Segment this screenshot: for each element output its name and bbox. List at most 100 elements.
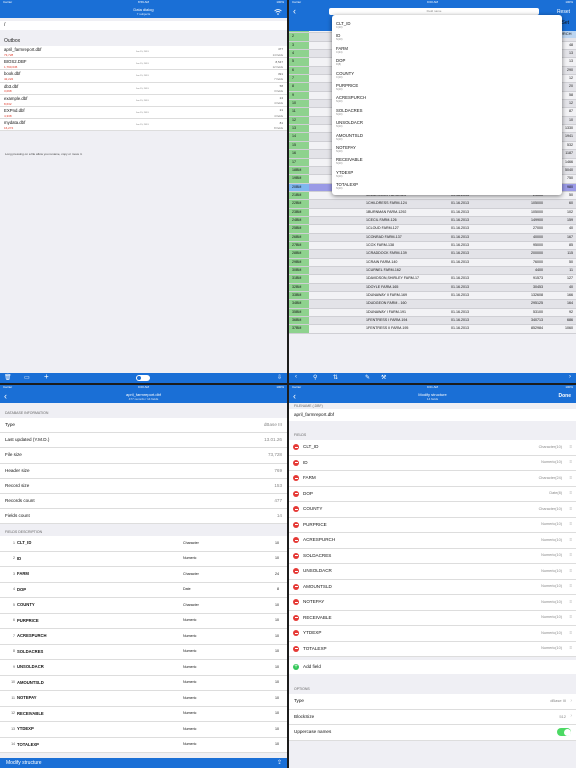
popup-field-item[interactable]: CLT_ID C(10) (336, 21, 351, 29)
option-row[interactable]: BlockSize 512 › (289, 710, 576, 725)
reorder-icon[interactable]: ≡ (569, 459, 572, 464)
delete-icon[interactable] (293, 459, 299, 466)
delete-icon[interactable] (293, 599, 299, 605)
delete-icon[interactable] (293, 552, 299, 559)
table-row[interactable]: 30BM 1CURNEL FARM-162 4400 11 (289, 266, 576, 276)
table-row[interactable]: 23BM 1BURNMAN FARM-1292 01.16.2013 105000 10… (289, 208, 576, 217)
add-icon[interactable]: + (44, 372, 49, 381)
reorder-icon[interactable]: ≡ (569, 537, 572, 542)
table-row[interactable]: 33BM 1DUNAWAY II FARM-169 01.16.2013 132608… (289, 292, 576, 301)
popup-field-item[interactable]: FARM C(24) (336, 46, 348, 54)
popup-field-item[interactable]: COUNTY C(10) (336, 71, 354, 79)
table-row[interactable]: 35BM 1DUNAWAY I FARM-191 01.16.2013 53100 92 (289, 308, 576, 318)
file-row[interactable]: db3.dbf 3,098 Jan 15, 2013 58 3 fields (0, 83, 287, 95)
file-row[interactable]: BIOS2.DBF 1,790,645 Jan 15, 2013 8,547 12 fi… (0, 58, 287, 71)
table-row[interactable]: 29BM 1CRAIN FARM-140 01.16.2013 76000 50 (289, 258, 576, 267)
popup-field-item[interactable]: RECEIVABLE N(10) (336, 157, 363, 165)
table-row[interactable]: 24BM 1CECIL FARM-126 01.16.2013 149900 159 (289, 216, 576, 226)
table-row[interactable]: 36BM 1FENTRESS I FARM-194 01.16.2013 340713… (289, 317, 576, 326)
file-row[interactable]: EXPnd.dbf 4,338 Jan 15, 2013 21 4 fields (0, 107, 287, 120)
add-icon[interactable] (293, 663, 299, 671)
delete-icon[interactable] (293, 537, 299, 543)
download-icon[interactable]: ⇩ (277, 374, 282, 381)
share-icon[interactable]: ⇪ (277, 758, 282, 768)
reorder-icon[interactable]: ≡ (569, 475, 572, 480)
file-row[interactable]: april_farmreport.dbf 73,728 Jan 15, 2013 47… (0, 46, 287, 59)
sort-icon[interactable]: ⇅ (333, 374, 338, 381)
done-button[interactable]: Done (559, 393, 572, 399)
editable-field-row[interactable]: AMOUNTSLD Numeric(10) ≡ (289, 580, 576, 595)
editable-field-row[interactable]: ACRESPURCH Numeric(10) ≡ (289, 533, 576, 549)
delete-icon[interactable] (293, 645, 299, 652)
back-icon[interactable]: ‹ (295, 374, 297, 380)
editable-field-row[interactable]: NOTEPAY Numeric(10) ≡ (289, 595, 576, 611)
popup-field-item[interactable]: PURPRICE N(10) (336, 83, 358, 91)
modify-structure-button[interactable]: Modify structure (6, 758, 42, 768)
editable-field-row[interactable]: DOP Date(8) ≡ (289, 487, 576, 502)
editable-field-row[interactable]: PURPRICE Numeric(10) ≡ (289, 518, 576, 533)
reorder-icon[interactable]: ≡ (569, 521, 572, 526)
forward-icon[interactable]: › (569, 374, 571, 380)
popup-field-item[interactable]: TOTALEXP N(10) (336, 182, 358, 190)
field-search-input[interactable]: Field name (329, 8, 539, 15)
table-row[interactable]: 22BM 1CHILDRESS FARM-124 01.16.2013 105000 6… (289, 200, 576, 209)
popup-field-item[interactable]: DOP D(8) (336, 58, 345, 66)
current-path[interactable]: / (0, 21, 287, 30)
editable-field-row[interactable]: UNSOLDACR Numeric(10) ≡ (289, 564, 576, 580)
reorder-icon[interactable]: ≡ (569, 614, 572, 619)
editable-field-row[interactable]: YTDEXP Numeric(10) ≡ (289, 626, 576, 642)
table-row[interactable]: 34BM 1DUDGEON FARM - 160 295125 164 (289, 300, 576, 309)
delete-icon[interactable] (293, 444, 299, 450)
mode-toggle[interactable] (136, 375, 150, 381)
folder-icon[interactable]: ▭ (24, 374, 30, 381)
editable-field-row[interactable]: COUNTY Character(10) ≡ (289, 502, 576, 518)
wifi-icon[interactable] (274, 9, 282, 15)
popup-field-item[interactable]: AMOUNTSLD N(10) (336, 133, 363, 141)
reorder-icon[interactable]: ≡ (569, 645, 572, 650)
popup-field-item[interactable]: YTDEXP N(10) (336, 170, 353, 178)
editable-field-row[interactable]: RECEIVABLE Numeric(10) ≡ (289, 611, 576, 626)
back-chevron-icon[interactable]: ‹ (293, 6, 296, 17)
reorder-icon[interactable]: ≡ (569, 583, 572, 588)
editable-field-row[interactable]: FARM Character(24) ≡ (289, 471, 576, 487)
filename-field[interactable]: april_farmreport.dbf (289, 409, 576, 421)
table-row[interactable]: 28BM 1CRADDOCK FARM-139 01.16.2013 200000 11… (289, 250, 576, 259)
editable-field-row[interactable]: ID Numeric(10) ≡ (289, 456, 576, 471)
table-row[interactable]: 32BM 1DOYLE FARM-165 01.16.2013 30453 40 (289, 283, 576, 292)
table-row[interactable]: 26BM 1CONRAD FARM-137 01.16.2013 40000 167 (289, 233, 576, 242)
uppercase-switch[interactable] (557, 728, 571, 736)
set-button[interactable]: Set (561, 20, 569, 26)
popup-field-item[interactable]: NOTEPAY N(10) (336, 145, 356, 153)
reorder-icon[interactable]: ≡ (569, 490, 572, 495)
reorder-icon[interactable]: ≡ (569, 444, 572, 449)
delete-icon[interactable] (293, 583, 299, 590)
delete-icon[interactable] (293, 506, 299, 512)
reorder-icon[interactable]: ≡ (569, 568, 572, 573)
table-row[interactable]: 27BM 1COX FARM-138 01.16.2013 95000 85 (289, 241, 576, 251)
tools-icon[interactable]: ⚒ (381, 374, 386, 381)
file-row[interactable]: example.dbf 8,632 Jan 15, 2013 24 4 fields (0, 95, 287, 107)
delete-icon[interactable] (293, 614, 299, 621)
popup-field-item[interactable]: ID N(10) (336, 33, 343, 41)
editable-field-row[interactable]: SOLDACRES Numeric(10) ≡ (289, 549, 576, 564)
popup-field-item[interactable]: SOLDACRES N(10) (336, 108, 363, 116)
reorder-icon[interactable]: ≡ (569, 506, 572, 511)
reorder-icon[interactable]: ≡ (569, 552, 572, 557)
editable-field-row[interactable]: CLT_ID Character(10) ≡ (289, 440, 576, 456)
delete-icon[interactable] (293, 568, 299, 574)
delete-icon[interactable] (293, 630, 299, 636)
table-row[interactable]: 37BM 1FENTRESS II FARM-195 01.16.2013 85298… (289, 325, 576, 334)
table-row[interactable]: 31BM 1DAVIDSON,SHIRLEY FARM-17 01.16.2013 9… (289, 275, 576, 284)
option-row[interactable]: Type dBase III › (289, 694, 576, 710)
delete-icon[interactable] (293, 475, 299, 481)
file-row[interactable]: book.dbf 42,222 Jan 15, 2013 391 7 fields (0, 70, 287, 83)
table-row[interactable]: 25BM 1CLOUD FARM-127 01.16.2013 27000 40 (289, 225, 576, 234)
filter-icon[interactable]: ⚲ (313, 374, 317, 381)
reorder-icon[interactable]: ≡ (569, 630, 572, 635)
editable-field-row[interactable]: TOTALEXP Numeric(10) ≡ (289, 642, 576, 657)
popup-field-item[interactable]: UNSOLDACR N(10) (336, 120, 363, 128)
edit-icon[interactable]: ✎ (365, 374, 370, 381)
reorder-icon[interactable]: ≡ (569, 599, 572, 604)
delete-icon[interactable] (293, 490, 299, 497)
file-row[interactable]: mydata.dbf 16,274 Jan 15, 2013 81 8 fields (0, 119, 287, 132)
